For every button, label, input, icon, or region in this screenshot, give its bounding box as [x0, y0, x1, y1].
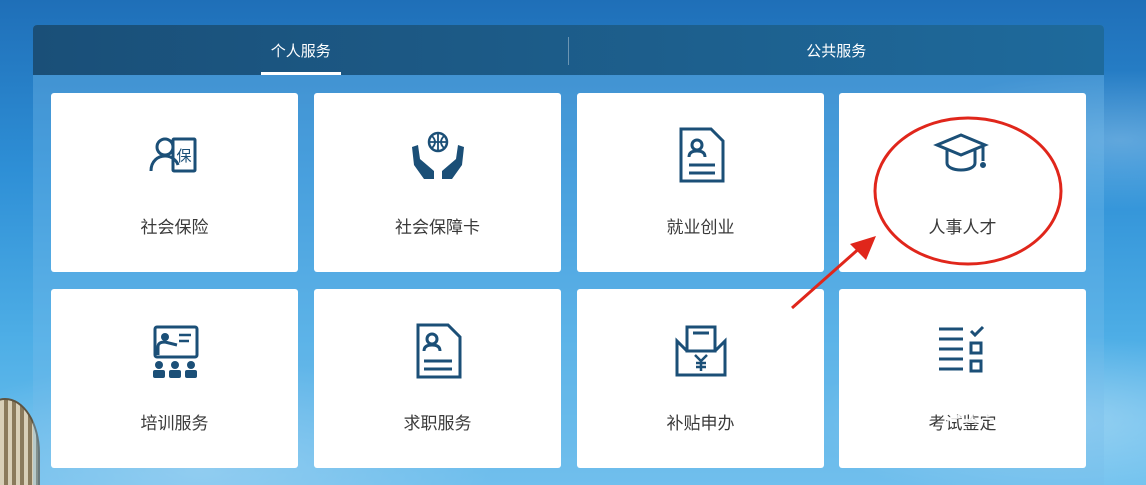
- checklist-icon: [933, 321, 993, 381]
- service-card-training[interactable]: 培训服务: [51, 289, 298, 468]
- watermark-url: jingyan.baidu.com: [872, 427, 1018, 447]
- graduation-cap-icon: [932, 125, 993, 185]
- service-card-social-insurance[interactable]: 保 社会保险: [51, 93, 298, 272]
- service-tabs: 个人服务 公共服务: [33, 25, 1104, 75]
- service-card-social-security-card[interactable]: 社会保障卡: [314, 93, 561, 272]
- tab-public-services[interactable]: 公共服务: [569, 25, 1105, 75]
- service-label: 求职服务: [403, 414, 472, 434]
- training-presenter-icon: [145, 321, 205, 381]
- service-label: 就业创业: [666, 218, 735, 238]
- service-card-employment[interactable]: 就业创业: [577, 93, 824, 272]
- service-label: 培训服务: [140, 414, 209, 434]
- tab-personal-services[interactable]: 个人服务: [33, 25, 569, 75]
- service-label: 补贴申办: [666, 414, 735, 434]
- insurance-person-icon: 保: [145, 125, 205, 185]
- service-card-subsidy[interactable]: 补贴申办: [577, 289, 824, 468]
- service-label: 社会保障卡: [395, 218, 480, 238]
- yuan-subsidy-icon: [671, 321, 731, 381]
- baidu-watermark: Bai 经验 jingyan.baidu.com: [872, 376, 1024, 448]
- globe-hands-icon: [408, 125, 468, 185]
- watermark-main: Bai 经验: [872, 387, 1024, 429]
- tab-divider: [568, 37, 569, 65]
- service-label: 人事人才: [928, 218, 997, 238]
- job-document-icon: [408, 321, 468, 381]
- resume-document-icon: [671, 125, 731, 185]
- service-card-job-seeking[interactable]: 求职服务: [314, 289, 561, 468]
- svg-text:保: 保: [176, 147, 191, 165]
- service-label: 社会保险: [140, 218, 209, 238]
- service-card-personnel-talent[interactable]: 人事人才: [839, 93, 1086, 272]
